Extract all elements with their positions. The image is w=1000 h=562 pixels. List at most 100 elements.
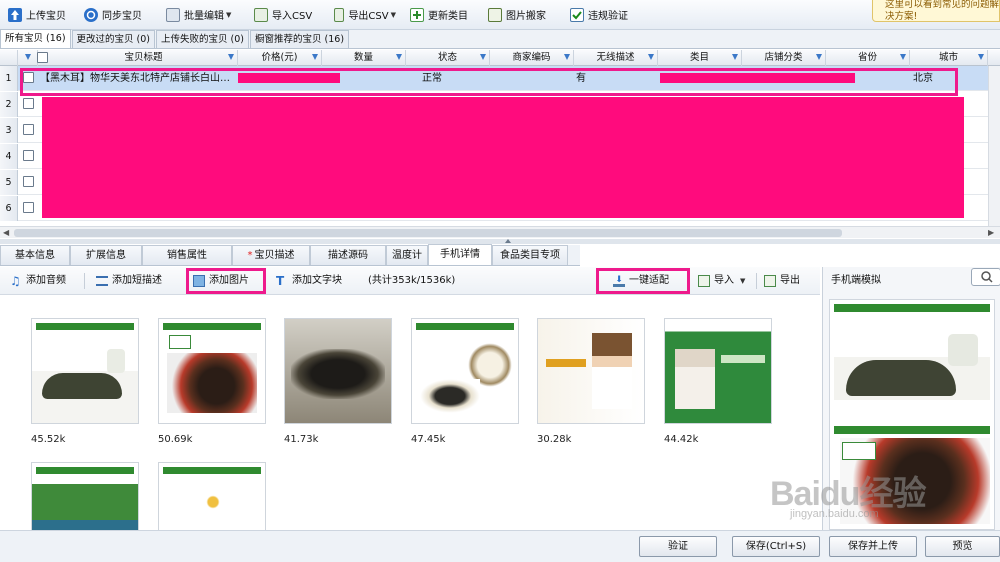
vertical-scrollbar[interactable] — [988, 66, 1000, 226]
row-number-header — [0, 50, 18, 66]
header-wireless-desc[interactable]: 无线描述 — [574, 50, 658, 66]
update-category-icon — [410, 7, 424, 22]
pane-splitter[interactable] — [0, 239, 1000, 244]
verify-footer-button[interactable]: 验证 — [639, 536, 717, 557]
table-header: 宝贝标题 价格(元) 数量 状态 商家编码 无线描述 类目 店铺分类 省份 城市 — [0, 50, 1000, 66]
horizontal-scrollbar[interactable]: ◀ ▶ — [0, 226, 1000, 238]
main-toolbar: 上传宝贝 同步宝贝 批量编辑 ▼ 导入CSV 导出CSV ▼ 更新类目 图片搬家 — [0, 0, 1000, 30]
image-thumbnail[interactable] — [31, 318, 139, 424]
scrollbar-thumb[interactable] — [14, 229, 842, 237]
divider — [84, 273, 85, 289]
list-icon — [96, 276, 108, 286]
verify-icon — [570, 7, 584, 22]
image-thumbnail[interactable] — [158, 318, 266, 424]
tab-basic-info[interactable]: 基本信息 — [0, 245, 70, 265]
mobile-detail-toolbar: ♫ 添加音频 添加短描述 添加图片 T 添加文字块 (共计353k/1536k)… — [0, 267, 820, 295]
save-button[interactable]: 保存(Ctrl+S) — [732, 536, 820, 557]
image-size-label: 41.73k — [284, 434, 319, 445]
import-icon — [698, 275, 710, 287]
tab-description-source[interactable]: 描述源码 — [310, 245, 386, 265]
scroll-left-icon[interactable]: ◀ — [3, 228, 9, 237]
header-title[interactable]: 宝贝标题 — [50, 50, 238, 66]
header-filter[interactable] — [18, 50, 38, 66]
collapse-icon[interactable] — [505, 239, 511, 243]
verify-button[interactable]: 违规验证 — [562, 2, 642, 28]
item-filter-tabs: 所有宝贝 (16) 更改过的宝贝 (0) 上传失败的宝贝 (0) 橱窗推荐的宝贝… — [0, 29, 1000, 49]
image-move-button[interactable]: 图片搬家 — [480, 2, 562, 28]
chevron-down-icon[interactable]: ▼ — [740, 271, 745, 291]
download-icon: ⬇ — [613, 275, 625, 287]
header-city[interactable]: 城市 — [910, 50, 988, 66]
watermark-url: jingyan.baidu.com — [790, 508, 879, 520]
image-gallery: 45.52k 50.69k 41.73k 47.45k 30.28k 44.42… — [0, 296, 820, 562]
tab-food-category[interactable]: 食品类目专项 — [492, 245, 568, 265]
export-button[interactable]: 导出 — [764, 271, 800, 291]
add-text-block-button[interactable]: T 添加文字块 — [276, 271, 342, 291]
tab-extended-info[interactable]: 扩展信息 — [70, 245, 142, 265]
tab-recommended-items[interactable]: 橱窗推荐的宝贝 (16) — [250, 30, 350, 48]
header-status[interactable]: 状态 — [406, 50, 490, 66]
tab-all-items[interactable]: 所有宝贝 (16) — [0, 29, 71, 48]
batch-edit-button[interactable]: 批量编辑 ▼ — [158, 2, 246, 28]
sync-button[interactable]: 同步宝贝 — [76, 2, 158, 28]
image-thumbnail[interactable] — [411, 318, 519, 424]
import-csv-icon — [254, 7, 268, 22]
row-checkbox[interactable] — [23, 202, 34, 213]
header-merchant-code[interactable]: 商家编码 — [490, 50, 574, 66]
one-click-adapt-button[interactable]: ⬇ 一键适配 — [596, 268, 690, 294]
header-category[interactable]: 类目 — [658, 50, 742, 66]
image-size-label: 44.42k — [664, 434, 699, 445]
image-size-label: 30.28k — [537, 434, 572, 445]
magnifier-icon — [981, 271, 993, 283]
tab-thermometer[interactable]: 温度计 — [386, 245, 428, 265]
preview-title: 手机端模拟 — [831, 275, 881, 286]
export-csv-icon — [334, 7, 345, 22]
save-upload-button[interactable]: 保存并上传 — [829, 536, 917, 557]
select-all-checkbox[interactable] — [37, 52, 48, 63]
tab-changed-items[interactable]: 更改过的宝贝 (0) — [71, 30, 156, 48]
action-footer: 验证 保存(Ctrl+S) 保存并上传 预览 — [0, 530, 1000, 562]
scroll-right-icon[interactable]: ▶ — [988, 228, 994, 237]
header-shop-category[interactable]: 店铺分类 — [742, 50, 826, 66]
music-note-icon: ♫ — [10, 274, 21, 288]
image-thumbnail[interactable] — [537, 318, 645, 424]
text-icon: T — [276, 274, 285, 288]
update-category-button[interactable]: 更新类目 — [402, 2, 480, 28]
row-checkbox[interactable] — [23, 124, 34, 135]
export-csv-button[interactable]: 导出CSV ▼ — [326, 2, 402, 28]
import-button[interactable]: 导入 ▼ — [698, 271, 745, 291]
row-checkbox[interactable] — [23, 98, 34, 109]
row-checkbox[interactable] — [23, 176, 34, 187]
row-checkbox[interactable] — [23, 150, 34, 161]
header-price[interactable]: 价格(元) — [238, 50, 322, 66]
chevron-down-icon[interactable]: ▼ — [226, 11, 231, 19]
size-total-label: (共计353k/1536k) — [368, 275, 456, 286]
redaction — [42, 97, 964, 218]
header-province[interactable]: 省份 — [826, 50, 910, 66]
tab-item-description[interactable]: * 宝贝描述 — [232, 245, 310, 265]
highlight-box — [20, 68, 958, 96]
add-audio-button[interactable]: ♫ 添加音频 — [10, 271, 66, 291]
image-move-icon — [488, 7, 502, 22]
tab-failed-items[interactable]: 上传失败的宝贝 (0) — [156, 30, 249, 48]
preview-button[interactable]: 预览 — [925, 536, 1000, 557]
help-tooltip: 这里可以看到常见的问题解决方案! — [872, 0, 1000, 22]
add-image-button[interactable]: 添加图片 — [186, 268, 266, 294]
tab-sales-attributes[interactable]: 销售属性 — [142, 245, 232, 265]
sync-icon — [84, 7, 98, 22]
detail-tabs: 基本信息 扩展信息 销售属性 * 宝贝描述 描述源码 温度计 手机详情 食品类目专… — [0, 244, 580, 266]
upload-button[interactable]: 上传宝贝 — [0, 2, 76, 28]
image-size-label: 47.45k — [411, 434, 446, 445]
image-size-label: 45.52k — [31, 434, 66, 445]
image-thumbnail[interactable] — [284, 318, 392, 424]
add-short-desc-button[interactable]: 添加短描述 — [96, 271, 162, 291]
image-thumbnail[interactable] — [664, 318, 772, 424]
chevron-down-icon[interactable]: ▼ — [391, 11, 396, 19]
tab-mobile-details[interactable]: 手机详情 — [428, 244, 492, 265]
zoom-button[interactable] — [971, 268, 1000, 286]
app-window: 上传宝贝 同步宝贝 批量编辑 ▼ 导入CSV 导出CSV ▼ 更新类目 图片搬家 — [0, 0, 1000, 562]
import-csv-button[interactable]: 导入CSV — [246, 2, 326, 28]
image-icon — [193, 275, 205, 287]
image-size-label: 50.69k — [158, 434, 193, 445]
header-quantity[interactable]: 数量 — [322, 50, 406, 66]
